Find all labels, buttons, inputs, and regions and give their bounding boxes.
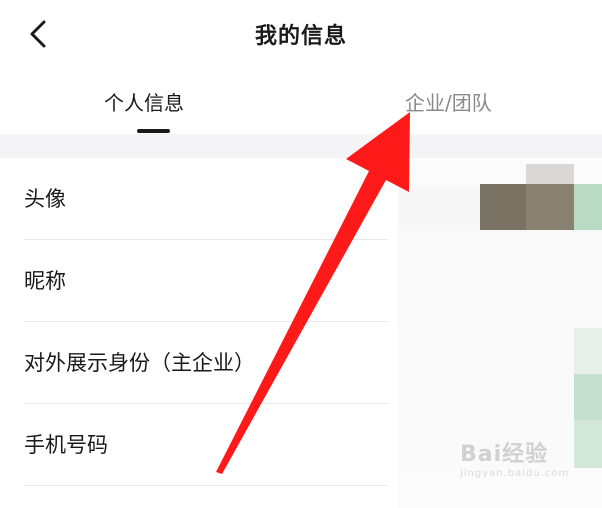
watermark-brand: Bai经验 bbox=[460, 442, 549, 467]
row-label: 昵称 bbox=[24, 269, 66, 293]
row-divider bbox=[24, 485, 388, 486]
row-label: 头像 bbox=[24, 187, 66, 211]
row-avatar[interactable]: 头像 bbox=[0, 158, 602, 240]
watermark-url: jingyan.baidu.com bbox=[460, 468, 570, 479]
page-title: 我的信息 bbox=[254, 24, 347, 49]
row-label: 手机号码 bbox=[24, 433, 108, 457]
tab-company-team[interactable]: 企业/团队 bbox=[405, 87, 492, 116]
row-nickname[interactable]: 昵称 bbox=[0, 240, 602, 322]
row-label: 对外展示身份（主企业） bbox=[24, 351, 255, 375]
tab-bar: 个人信息 企业/团队 bbox=[0, 70, 602, 134]
baidu-jingyan-watermark: Bai经验 jingyan.baidu.com bbox=[460, 436, 600, 496]
active-tab-indicator bbox=[137, 129, 170, 133]
tab-personal-info[interactable]: 个人信息 bbox=[104, 87, 184, 116]
top-bar: 我的信息 bbox=[0, 0, 602, 70]
row-public-identity[interactable]: 对外展示身份（主企业） bbox=[0, 322, 602, 404]
section-divider bbox=[0, 134, 602, 158]
